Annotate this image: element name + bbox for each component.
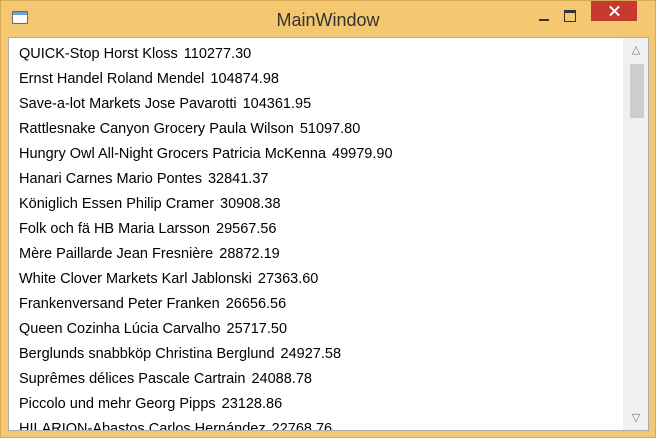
company-name: Berglunds snabbköp — [19, 346, 152, 362]
order-total: 32841.37 — [207, 171, 269, 187]
contact-name: Maria Larsson — [118, 221, 210, 237]
contact-name: Roland Mendel — [106, 71, 205, 87]
order-total: 104361.95 — [242, 96, 312, 112]
company-name: Königlich Essen — [19, 196, 123, 212]
list-item[interactable]: QUICK-Stop Horst Kloss 110277.30 — [10, 42, 625, 67]
order-total: 29567.56 — [216, 221, 277, 237]
title-bar[interactable]: MainWindow — [1, 1, 655, 37]
order-total: 24088.78 — [251, 371, 312, 387]
scroll-down-button[interactable]: ▽ — [624, 408, 648, 428]
list-item[interactable]: Hanari Carnes Mario Pontes 32841.37 — [10, 167, 625, 192]
client-area: QUICK-Stop Horst Kloss 110277.30 Ernst Han… — [8, 37, 649, 431]
list-item[interactable]: Hungry Owl All-Night Grocers Patricia Mc… — [10, 142, 625, 167]
order-total: 26656.56 — [225, 296, 287, 312]
company-name: HILARION-Abastos — [19, 421, 145, 431]
company-name: Hungry Owl All-Night Grocers — [19, 146, 209, 162]
order-total: 30908.38 — [220, 196, 281, 212]
company-name: Mère Paillarde — [19, 246, 113, 262]
order-total: 27363.60 — [257, 271, 319, 287]
contact-name: Peter Franken — [127, 296, 220, 312]
maximize-button[interactable] — [557, 2, 584, 29]
list-item[interactable]: Save-a-lot Markets Jose Pavarotti 104361.… — [10, 92, 625, 117]
company-name: Piccolo und mehr — [19, 396, 132, 412]
contact-name: Carlos Hernández — [148, 421, 266, 431]
order-total: 28872.19 — [219, 246, 280, 262]
contact-name: Pascale Cartrain — [138, 371, 246, 387]
main-window: MainWindow QUICK-Stop Horst Kloss 110277.… — [0, 0, 656, 438]
chevron-up-icon: △ — [631, 44, 641, 56]
company-name: QUICK-Stop — [19, 46, 100, 62]
order-total: 25717.50 — [226, 321, 288, 337]
scroll-thumb[interactable] — [630, 64, 644, 118]
scroll-up-button[interactable]: △ — [624, 40, 648, 60]
company-name: Save-a-lot Markets — [19, 96, 141, 112]
list-item[interactable]: Rattlesnake Canyon Grocery Paula Wilson 5… — [10, 117, 625, 142]
order-total: 51097.80 — [299, 121, 361, 137]
company-name: Queen Cozinha — [19, 321, 120, 337]
contact-name: Mario Pontes — [116, 171, 202, 187]
order-total: 104874.98 — [210, 71, 279, 87]
chevron-down-icon: ▽ — [631, 412, 641, 424]
order-total: 22768.76 — [271, 421, 333, 431]
contact-name: Christina Berglund — [155, 346, 275, 362]
order-total: 110277.30 — [183, 46, 252, 62]
list-item[interactable]: HILARION-Abastos Carlos Hernández 22768.7… — [10, 417, 625, 431]
company-name: Frankenversand — [19, 296, 124, 312]
contact-name: Jose Pavarotti — [144, 96, 237, 112]
list-item[interactable]: Queen Cozinha Lúcia Carvalho 25717.50 — [10, 317, 625, 342]
list-item[interactable]: Königlich Essen Philip Cramer 30908.38 — [10, 192, 625, 217]
list-item[interactable]: Suprêmes délices Pascale Cartrain 24088.7… — [10, 367, 625, 392]
order-total: 23128.86 — [221, 396, 283, 412]
company-name: Hanari Carnes — [19, 171, 113, 187]
list-item[interactable]: Mère Paillarde Jean Fresnière 28872.19 — [10, 242, 625, 267]
list-item[interactable]: Berglunds snabbköp Christina Berglund 249… — [10, 342, 625, 367]
contact-name: Paula Wilson — [209, 121, 294, 137]
company-name: Folk och fä HB — [19, 221, 115, 237]
contact-name: Jean Fresnière — [116, 246, 214, 262]
list-item[interactable]: Ernst Handel Roland Mendel 104874.98 — [10, 67, 625, 92]
contact-name: Patricia McKenna — [212, 146, 327, 162]
list-item[interactable]: White Clover Markets Karl Jablonski 27363… — [10, 267, 625, 292]
vertical-scrollbar[interactable]: △ ▽ — [623, 38, 648, 430]
contact-name: Lúcia Carvalho — [123, 321, 221, 337]
company-name: White Clover Markets — [19, 271, 158, 287]
contact-name: Philip Cramer — [126, 196, 215, 212]
contact-name: Karl Jablonski — [161, 271, 252, 287]
list-item[interactable]: Piccolo und mehr Georg Pipps 23128.86 — [10, 392, 625, 417]
list-item[interactable]: Folk och fä HB Maria Larsson 29567.56 — [10, 217, 625, 242]
company-name: Suprêmes délices — [19, 371, 135, 387]
list-item[interactable]: Frankenversand Peter Franken 26656.56 — [10, 292, 625, 317]
close-button[interactable] — [591, 1, 637, 21]
order-total: 24927.58 — [280, 346, 342, 362]
company-name: Ernst Handel — [19, 71, 103, 87]
order-total: 49979.90 — [332, 146, 393, 162]
customer-list[interactable]: QUICK-Stop Horst Kloss 110277.30 Ernst Han… — [10, 42, 625, 431]
minimize-button[interactable] — [531, 2, 557, 29]
contact-name: Georg Pipps — [135, 396, 216, 412]
contact-name: Horst Kloss — [103, 46, 178, 62]
company-name: Rattlesnake Canyon Grocery — [19, 121, 206, 137]
